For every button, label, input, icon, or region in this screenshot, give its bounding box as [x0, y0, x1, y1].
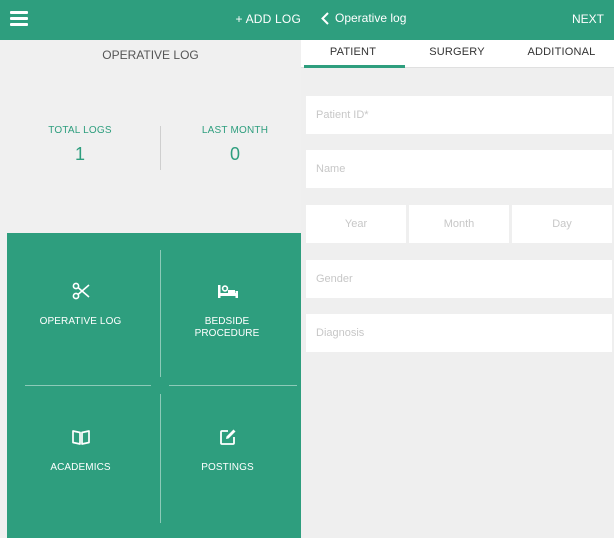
diagnosis-input[interactable]: Diagnosis — [306, 314, 612, 352]
tile-label: POSTINGS — [201, 462, 254, 473]
chevron-left-icon — [321, 11, 329, 25]
tab-bar: PATIENT SURGERY ADDITIONAL — [301, 40, 614, 68]
menu-grid: OPERATIVE LOG BEDSIDE PROCEDURE ACADEMIC… — [7, 233, 301, 538]
tile-operative-log[interactable]: OPERATIVE LOG — [7, 280, 154, 328]
stat-value: 0 — [229, 144, 240, 164]
active-tab-indicator — [304, 65, 405, 68]
section-title: OPERATIVE LOG — [102, 48, 199, 62]
month-input[interactable]: Month — [409, 205, 509, 243]
stat-value: 1 — [74, 144, 85, 164]
grid-divider — [25, 385, 151, 386]
scissors-icon — [7, 280, 154, 302]
back-button[interactable]: Operative log — [321, 11, 406, 25]
gender-input[interactable]: Gender — [306, 260, 612, 298]
stat-total-logs: TOTAL LOGS 1 — [5, 125, 155, 165]
day-input[interactable]: Day — [512, 205, 612, 243]
bed-icon — [154, 280, 301, 302]
book-icon — [7, 426, 154, 448]
hamburger-icon[interactable] — [10, 11, 28, 27]
operative-log-form-panel: Operative log NEXT PATIENT SURGERY ADDIT… — [301, 0, 614, 538]
tab-patient[interactable]: PATIENT — [301, 40, 405, 68]
edit-icon — [154, 426, 301, 448]
year-input[interactable]: Year — [306, 205, 406, 243]
stats-panel: TOTAL LOGS 1 LAST MONTH 0 — [0, 100, 301, 200]
add-log-button[interactable]: + ADD LOG — [236, 12, 302, 26]
dashboard-panel: + ADD LOG OPERATIVE LOG TOTAL LOGS 1 LAS… — [0, 0, 301, 538]
tile-academics[interactable]: ACADEMICS — [7, 426, 154, 474]
tile-label: OPERATIVE LOG — [39, 316, 122, 327]
patient-id-input[interactable]: Patient ID* — [306, 96, 612, 134]
stat-label: LAST MONTH — [201, 125, 269, 136]
stat-label: TOTAL LOGS — [48, 125, 112, 136]
tile-bedside-procedure[interactable]: BEDSIDE PROCEDURE — [154, 280, 301, 340]
next-button[interactable]: NEXT — [572, 12, 604, 26]
tile-label: BEDSIDE PROCEDURE — [194, 316, 260, 339]
grid-divider — [169, 385, 297, 386]
tab-surgery[interactable]: SURGERY — [405, 40, 509, 68]
right-header-bar: Operative log NEXT — [301, 0, 614, 40]
back-label: Operative log — [335, 11, 407, 25]
name-input[interactable]: Name — [306, 150, 612, 188]
stat-last-month: LAST MONTH 0 — [160, 125, 310, 165]
left-header-bar: + ADD LOG — [0, 0, 301, 40]
tile-label: ACADEMICS — [50, 462, 111, 473]
tile-postings[interactable]: POSTINGS — [154, 426, 301, 474]
tab-additional[interactable]: ADDITIONAL — [509, 40, 614, 68]
